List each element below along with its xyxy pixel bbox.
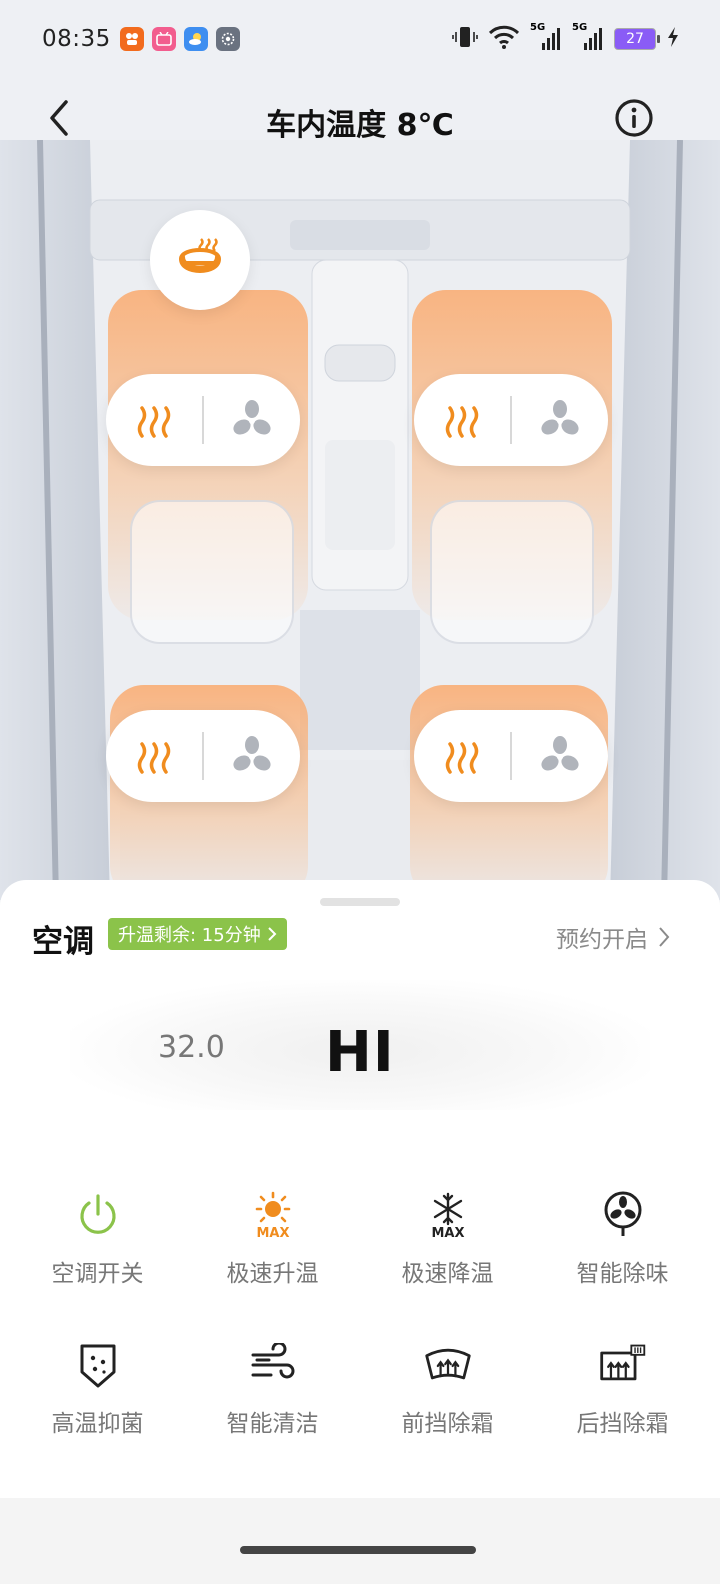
chevron-right-icon <box>659 927 670 947</box>
chevron-right-icon <box>267 927 277 941</box>
seat-heat-icon <box>137 742 171 774</box>
rear-right-seat-controls <box>414 710 608 802</box>
seat-heat-icon <box>445 742 479 774</box>
ac-section-title: 空调 <box>32 924 94 960</box>
battery-indicator: 27 <box>614 28 660 50</box>
max-cool-button[interactable]: MAX 极速降温 <box>360 1190 535 1340</box>
seat-heat-icon <box>445 406 479 438</box>
seat-vent-fan-icon <box>233 736 271 771</box>
rear-defrost-button[interactable]: 后挡除霜 <box>535 1340 710 1490</box>
seat-base-front-right <box>430 500 594 644</box>
seat-vent-fan-icon <box>541 736 579 771</box>
function-label: 智能清洁 <box>226 1411 319 1437</box>
smart-clean-button[interactable]: 智能清洁 <box>185 1340 360 1490</box>
function-label: 空调开关 <box>51 1261 144 1287</box>
notification-icons <box>120 27 240 51</box>
rear-left-seat-heat-button[interactable] <box>106 710 202 802</box>
max-heat-button[interactable]: MAX 极速升温 <box>185 1190 360 1340</box>
front-defrost-icon <box>423 1340 473 1390</box>
info-button[interactable] <box>614 98 654 138</box>
function-grid: 空调开关 MAX 极速升温 MAX 极速降温 智能除味 高温抑菌 智能清洁 前挡… <box>10 1190 710 1490</box>
power-icon <box>73 1190 123 1240</box>
temperature-selected: HI <box>325 1020 395 1085</box>
fan-deodorize-icon <box>598 1190 648 1240</box>
front-right-seat-controls <box>414 374 608 466</box>
climate-control-sheet: 空调 升温剩余: 15分钟 预约开启 32.0 HI 空调开关 MAX 极速升温 <box>0 880 720 1584</box>
smart-deodorize-button[interactable]: 智能除味 <box>535 1190 710 1340</box>
svg-text:MAX: MAX <box>431 1226 464 1240</box>
seat-vent-fan-icon <box>233 400 271 435</box>
function-label: 智能除味 <box>576 1261 669 1287</box>
settings-icon <box>216 27 240 51</box>
system-icons: 5G 5G 27 <box>452 22 680 54</box>
sterilize-icon <box>73 1340 123 1390</box>
status-bar: 08:35 5G 5G 27 <box>0 0 720 80</box>
home-indicator[interactable] <box>240 1546 476 1554</box>
ac-power-button[interactable]: 空调开关 <box>10 1190 185 1340</box>
bottom-strip <box>0 1498 720 1584</box>
seat-vent-fan-icon <box>541 400 579 435</box>
rear-left-seat-vent-button[interactable] <box>204 710 300 802</box>
temperature-option-previous[interactable]: 32.0 <box>158 1030 225 1065</box>
timer-badge-text: 升温剩余: 15分钟 <box>118 925 261 946</box>
vibrate-icon <box>452 24 478 54</box>
info-icon <box>615 99 653 137</box>
front-right-seat-heat-button[interactable] <box>414 374 510 466</box>
seat-heat-icon <box>137 406 171 438</box>
front-left-seat-controls <box>106 374 300 466</box>
clean-wind-icon <box>248 1340 298 1390</box>
function-label: 极速升温 <box>226 1261 319 1287</box>
max-heat-icon: MAX <box>248 1190 298 1240</box>
high-temp-sterilize-button[interactable]: 高温抑菌 <box>10 1340 185 1490</box>
sheet-drag-handle[interactable] <box>320 898 400 906</box>
seat-base-front-left <box>130 500 294 644</box>
page-title: 车内温度 8℃ <box>266 108 454 143</box>
signal-icon-1: 5G <box>530 22 562 52</box>
front-left-seat-heat-button[interactable] <box>106 374 202 466</box>
steering-wheel-heat-button[interactable] <box>150 210 250 310</box>
front-left-seat-vent-button[interactable] <box>204 374 300 466</box>
rear-right-seat-heat-button[interactable] <box>414 710 510 802</box>
rear-defrost-icon <box>598 1340 648 1390</box>
wifi-icon <box>488 25 520 53</box>
app-notification-icon <box>120 27 144 51</box>
heating-timer-badge[interactable]: 升温剩余: 15分钟 <box>108 918 287 950</box>
rear-right-seat-vent-button[interactable] <box>512 710 608 802</box>
bilibili-icon <box>152 27 176 51</box>
schedule-label: 预约开启 <box>556 927 648 953</box>
top-nav-bar: 车内温度 8℃ <box>0 80 720 156</box>
function-row: 空调开关 MAX 极速升温 MAX 极速降温 智能除味 <box>10 1190 710 1340</box>
status-time: 08:35 <box>42 26 111 52</box>
function-label: 极速降温 <box>401 1261 494 1287</box>
schedule-start-link[interactable]: 预约开启 <box>556 920 670 954</box>
function-label: 后挡除霜 <box>576 1411 669 1437</box>
rear-left-seat-controls <box>106 710 300 802</box>
signal-icon-2: 5G <box>572 22 604 52</box>
function-label: 前挡除霜 <box>401 1411 494 1437</box>
steering-wheel-heat-icon <box>178 238 222 273</box>
svg-text:MAX: MAX <box>256 1226 289 1240</box>
weather-icon <box>184 27 208 51</box>
function-row: 高温抑菌 智能清洁 前挡除霜 后挡除霜 <box>10 1340 710 1490</box>
front-defrost-button[interactable]: 前挡除霜 <box>360 1340 535 1490</box>
max-cool-icon: MAX <box>423 1190 473 1240</box>
front-right-seat-vent-button[interactable] <box>512 374 608 466</box>
charging-icon <box>666 26 680 52</box>
function-label: 高温抑菌 <box>51 1411 144 1437</box>
